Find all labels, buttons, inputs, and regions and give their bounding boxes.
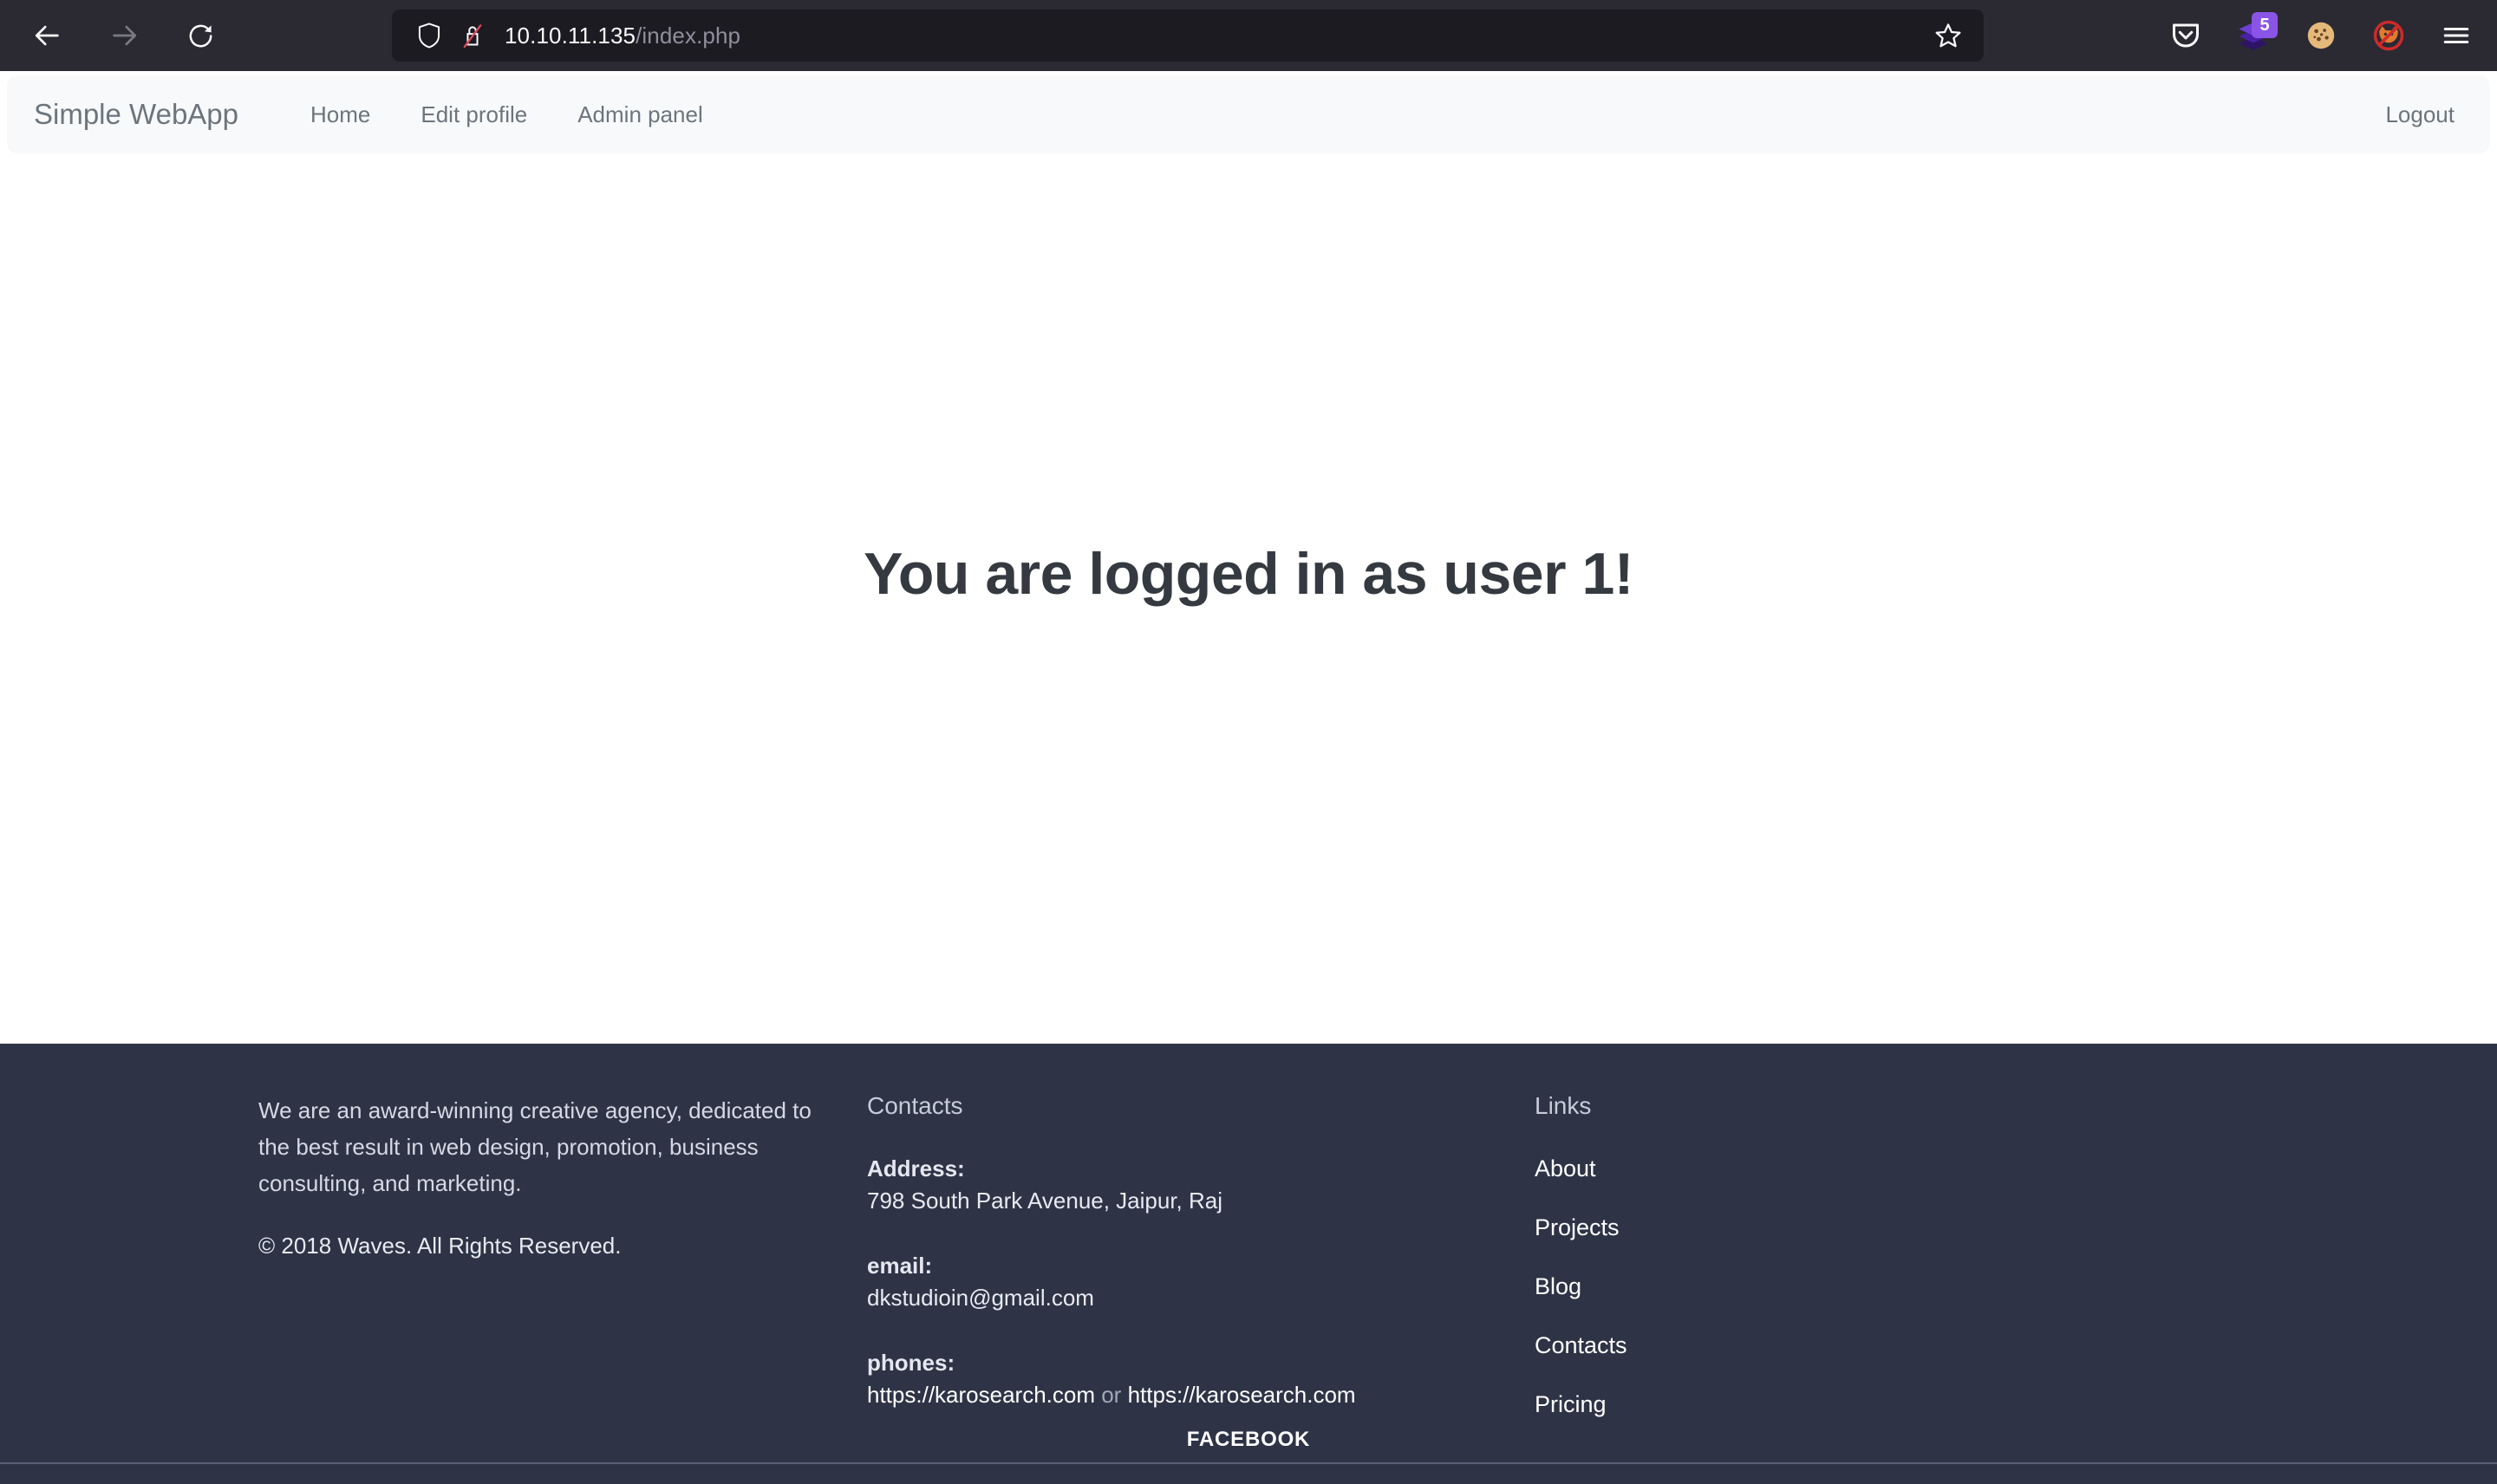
site-footer: We are an award-winning creative agency,… — [0, 1044, 2497, 1484]
footer-contacts-heading: Contacts — [867, 1092, 963, 1119]
navbar-brand[interactable]: Simple WebApp — [34, 98, 238, 131]
footer-columns: We are an award-winning creative agency,… — [0, 1044, 2497, 1418]
site-navbar: Simple WebApp Home Edit profile Admin pa… — [7, 75, 2490, 153]
footer-column-contacts: Contacts Address: 798 South Park Avenue,… — [867, 1092, 1535, 1418]
url-text[interactable]: 10.10.11.135/index.php — [494, 23, 1925, 49]
extension-badge-count: 5 — [2252, 12, 2278, 38]
layers-extension-icon[interactable]: 5 — [2228, 10, 2279, 61]
footer-email-value: dkstudioin@gmail.com — [867, 1285, 1094, 1311]
footer-social-bar: FACEBOOK — [0, 1418, 2497, 1462]
cookie-extension-icon[interactable] — [2296, 10, 2346, 61]
list-item: Pricing — [1535, 1391, 2055, 1418]
url-host: 10.10.11.135 — [505, 22, 636, 49]
footer-phones-label: phones: — [867, 1350, 955, 1376]
footer-column-links: Links About Projects Blog Contacts Prici… — [1535, 1092, 2055, 1418]
footer-email-label: email: — [867, 1253, 933, 1279]
hamburger-menu-icon[interactable] — [2431, 10, 2481, 61]
footer-bottom-bar — [0, 1463, 2497, 1484]
footer-address-value: 798 South Park Avenue, Jaipur, Raj — [867, 1188, 1223, 1214]
footer-phone-link-1[interactable]: https://karosearch.com — [867, 1382, 1095, 1408]
footer-link-about[interactable]: About — [1535, 1155, 1596, 1181]
footer-link-contacts[interactable]: Contacts — [1535, 1332, 1627, 1358]
nav-link-home[interactable]: Home — [285, 101, 395, 128]
main-content: You are logged in as user 1! — [0, 153, 2497, 1044]
footer-facebook-link[interactable]: FACEBOOK — [1187, 1428, 1310, 1452]
navbar-links: Home Edit profile Admin panel — [285, 101, 728, 128]
page-title: You are logged in as user 1! — [864, 540, 1633, 607]
insecure-connection-lock-icon[interactable] — [451, 14, 494, 57]
reload-icon — [186, 22, 215, 50]
footer-copyright: © 2018 Waves. All Rights Reserved. — [258, 1233, 622, 1259]
nav-link-logout[interactable]: Logout — [2385, 101, 2463, 128]
footer-link-blog[interactable]: Blog — [1535, 1273, 1581, 1299]
bookmark-star-icon[interactable] — [1925, 12, 1972, 59]
reload-button[interactable] — [173, 9, 227, 62]
browser-nav-buttons — [0, 9, 227, 62]
footer-links-list: About Projects Blog Contacts Pricing — [1535, 1155, 2055, 1418]
back-arrow-icon — [33, 21, 62, 50]
back-button[interactable] — [21, 9, 75, 62]
footer-links-heading: Links — [1535, 1092, 1592, 1119]
list-item: Projects — [1535, 1214, 2055, 1241]
footer-phone-link-2[interactable]: https://karosearch.com — [1128, 1382, 1356, 1408]
footer-link-pricing[interactable]: Pricing — [1535, 1391, 1607, 1417]
footer-about-description: We are an award-winning creative agency,… — [258, 1097, 812, 1197]
tracking-protection-shield-icon[interactable] — [407, 14, 451, 57]
browser-toolbar-right: 5 — [2161, 10, 2481, 62]
footer-column-about: We are an award-winning creative agency,… — [0, 1092, 867, 1418]
list-item: Blog — [1535, 1273, 2055, 1300]
forward-button[interactable] — [97, 9, 151, 62]
url-path: /index.php — [636, 22, 741, 49]
footer-link-projects[interactable]: Projects — [1535, 1214, 1620, 1240]
forward-arrow-icon — [109, 21, 139, 50]
footer-phone-separator: or — [1095, 1382, 1128, 1408]
nav-link-edit-profile[interactable]: Edit profile — [395, 101, 552, 128]
nav-link-admin-panel[interactable]: Admin panel — [552, 101, 728, 128]
footer-phones-value: https://karosearch.com or https://karose… — [867, 1382, 1535, 1409]
page-content: Simple WebApp Home Edit profile Admin pa… — [0, 71, 2497, 1484]
browser-chrome: 10.10.11.135/index.php 5 — [0, 0, 2497, 71]
list-item: Contacts — [1535, 1332, 2055, 1359]
url-bar-container: 10.10.11.135/index.php — [392, 10, 1984, 62]
url-bar[interactable]: 10.10.11.135/index.php — [392, 10, 1984, 62]
list-item: About — [1535, 1155, 2055, 1182]
pocket-icon[interactable] — [2161, 10, 2211, 61]
footer-address-label: Address: — [867, 1155, 965, 1181]
no-fox-extension-icon[interactable] — [2363, 10, 2414, 61]
